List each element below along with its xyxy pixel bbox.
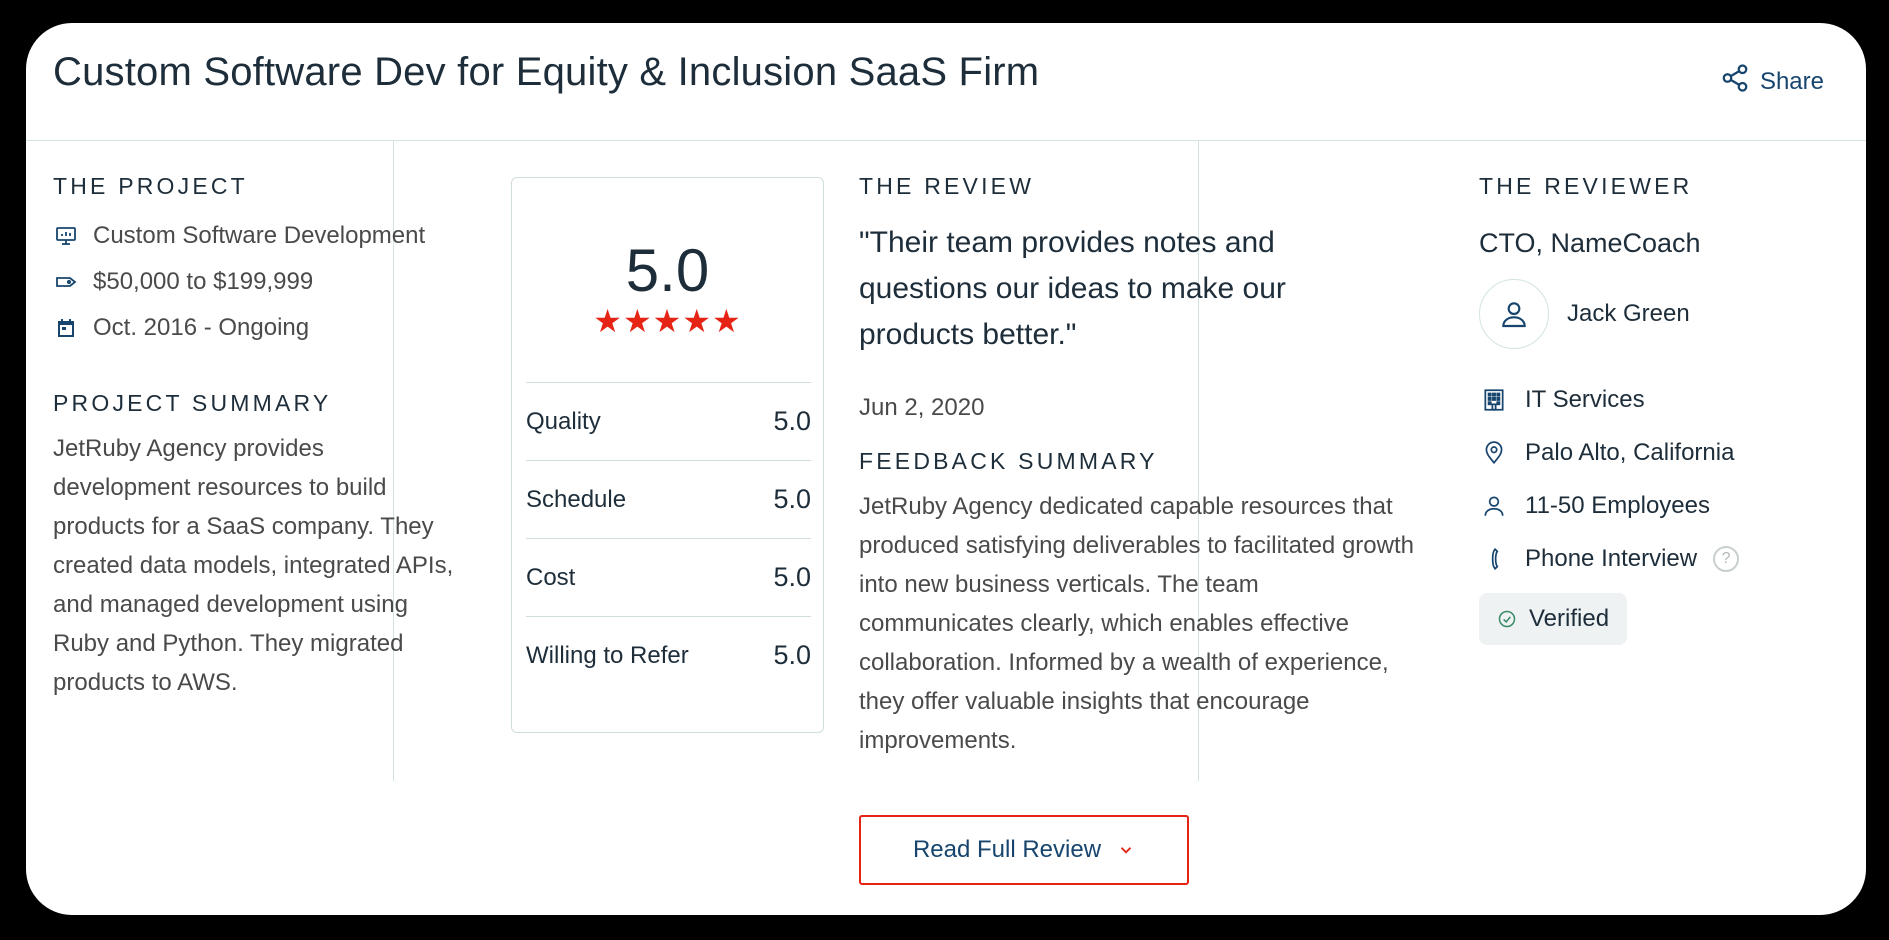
reviewer-location: Palo Alto, California bbox=[1479, 426, 1859, 479]
reviewer-role: CTO, NameCoach bbox=[1479, 228, 1701, 258]
calendar-icon bbox=[53, 315, 79, 341]
score-value: 5.0 bbox=[773, 484, 811, 514]
review-header: Custom Software Dev for Equity & Inclusi… bbox=[26, 23, 1866, 141]
score-row-cost: Cost 5.0 bbox=[526, 538, 811, 616]
reviewer-industry: IT Services bbox=[1479, 373, 1859, 426]
review-title: Custom Software Dev for Equity & Inclusi… bbox=[53, 50, 1040, 94]
project-summary-heading: PROJECT SUMMARY bbox=[53, 390, 332, 416]
read-full-review-button[interactable]: Read Full Review bbox=[859, 815, 1189, 885]
review-column: THE REVIEW "Their team provides notes an… bbox=[859, 173, 1419, 760]
rating-box: 5.0 ★★★★★ Quality 5.0 Schedule 5.0 Cost … bbox=[511, 177, 824, 733]
window-frame: Custom Software Dev for Equity & Inclusi… bbox=[0, 0, 1889, 940]
phone-icon bbox=[1479, 544, 1509, 574]
user-icon bbox=[1502, 302, 1526, 328]
feedback-summary-heading: FEEDBACK SUMMARY bbox=[859, 448, 1158, 474]
review-card: Custom Software Dev for Equity & Inclusi… bbox=[26, 23, 1866, 915]
share-label: Share bbox=[1759, 67, 1824, 95]
score-label: Quality bbox=[526, 407, 601, 435]
reviewer-name: Jack Green bbox=[1567, 300, 1690, 327]
project-budget-text: $50,000 to $199,999 bbox=[93, 268, 314, 295]
reviewer-person: Jack Green bbox=[1479, 279, 1859, 349]
reviewer-industry-text: IT Services bbox=[1525, 385, 1645, 413]
project-budget: $50,000 to $199,999 bbox=[53, 268, 463, 296]
score-value: 5.0 bbox=[773, 406, 811, 436]
score-label: Cost bbox=[526, 563, 576, 591]
location-pin-icon bbox=[1479, 438, 1509, 468]
user-icon bbox=[1479, 491, 1509, 521]
reviewer-heading: THE REVIEWER bbox=[1479, 173, 1693, 199]
reviewer-company-size-text: 11-50 Employees bbox=[1525, 491, 1710, 519]
monitor-icon bbox=[53, 223, 79, 249]
project-service: Custom Software Development bbox=[53, 222, 463, 250]
building-icon bbox=[1479, 385, 1509, 415]
share-icon bbox=[1720, 63, 1750, 100]
review-heading: THE REVIEW bbox=[859, 173, 1035, 199]
score-value: 5.0 bbox=[773, 562, 811, 592]
score-list: Quality 5.0 Schedule 5.0 Cost 5.0 Willin… bbox=[526, 382, 811, 694]
overall-rating: 5.0 bbox=[625, 237, 710, 304]
read-full-review-label: Read Full Review bbox=[912, 836, 1102, 863]
review-date: Jun 2, 2020 bbox=[859, 394, 985, 421]
score-row-schedule: Schedule 5.0 bbox=[526, 460, 811, 538]
star-rating: ★★★★★ bbox=[593, 303, 742, 339]
avatar bbox=[1479, 279, 1549, 349]
review-quote: "Their team provides notes and questions… bbox=[859, 226, 1286, 351]
project-dates: Oct. 2016 - Ongoing bbox=[53, 314, 463, 342]
reviewer-interview-type: Phone Interview ? bbox=[1479, 532, 1859, 585]
score-value: 5.0 bbox=[773, 640, 811, 670]
project-dates-text: Oct. 2016 - Ongoing bbox=[93, 314, 310, 341]
reviewer-interview-text: Phone Interview bbox=[1525, 544, 1698, 572]
price-tag-icon bbox=[53, 269, 79, 295]
score-label: Schedule bbox=[526, 485, 627, 513]
project-summary-text: JetRuby Agency provides development reso… bbox=[53, 435, 454, 696]
reviewer-location-text: Palo Alto, California bbox=[1525, 438, 1735, 466]
share-button[interactable]: Share bbox=[1720, 63, 1824, 100]
score-label: Willing to Refer bbox=[526, 641, 689, 669]
project-column: THE PROJECT Custom Software Development … bbox=[53, 173, 463, 702]
feedback-summary-text: JetRuby Agency dedicated capable resourc… bbox=[859, 493, 1414, 754]
verified-badge: Verified bbox=[1479, 593, 1628, 645]
help-icon[interactable]: ? bbox=[1713, 545, 1740, 572]
project-service-text: Custom Software Development bbox=[93, 222, 426, 249]
project-heading: THE PROJECT bbox=[53, 173, 248, 199]
reviewer-company-size: 11-50 Employees bbox=[1479, 479, 1859, 532]
chevron-down-icon bbox=[1120, 847, 1132, 854]
score-row-refer: Willing to Refer 5.0 bbox=[526, 616, 811, 694]
score-row-quality: Quality 5.0 bbox=[526, 382, 811, 460]
verified-label: Verified bbox=[1529, 605, 1610, 632]
reviewer-column: THE REVIEWER CTO, NameCoach Jack Green I… bbox=[1479, 173, 1859, 645]
check-circle-icon bbox=[1498, 610, 1516, 628]
